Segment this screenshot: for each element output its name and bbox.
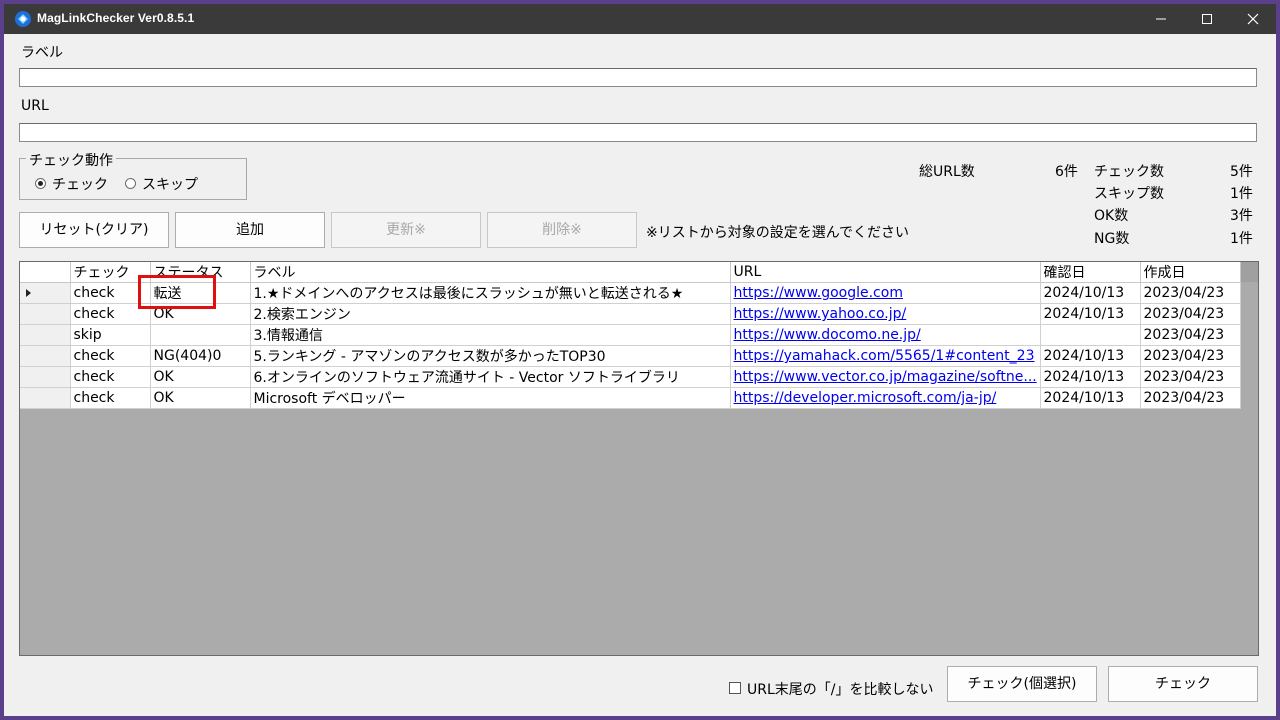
radio-unselected-icon: [125, 177, 136, 189]
cell-check[interactable]: skip: [70, 324, 151, 346]
cell-check[interactable]: check: [70, 387, 151, 409]
cell-checked-date[interactable]: 2024/10/13: [1040, 303, 1141, 325]
checkbox-unchecked-icon: [729, 682, 741, 694]
cell-status[interactable]: OK: [150, 387, 251, 409]
url-link[interactable]: https://www.docomo.ne.jp/: [734, 327, 921, 343]
cell-label[interactable]: 1.★ドメインへのアクセスは最後にスラッシュが無いと転送される★: [250, 282, 731, 304]
radio-skip-label: スキップ: [142, 177, 198, 193]
window-title: MagLinkChecker Ver0.8.5.1: [37, 11, 195, 25]
reset-button[interactable]: リセット(クリア): [19, 212, 169, 248]
cell-url[interactable]: https://www.yahoo.co.jp/: [730, 303, 1041, 325]
close-icon: [1247, 13, 1259, 25]
cell-created-date[interactable]: 2023/04/23: [1140, 282, 1241, 304]
cell-url[interactable]: https://www.vector.co.jp/magazine/softne…: [730, 366, 1041, 388]
cell-url[interactable]: https://developer.microsoft.com/ja-jp/: [730, 387, 1041, 409]
cell-checked-date[interactable]: 2024/10/13: [1040, 366, 1141, 388]
column-header-label[interactable]: ラベル: [250, 262, 731, 283]
selection-hint: ※リストから対象の設定を選んでください: [646, 225, 910, 241]
url-link[interactable]: https://www.google.com: [734, 285, 903, 301]
grid-scrollbar-corner: [1241, 262, 1258, 282]
row-header[interactable]: [20, 387, 71, 409]
cell-status[interactable]: NG(404)0: [150, 345, 251, 367]
column-header-created-date[interactable]: 作成日: [1140, 262, 1241, 283]
url-link[interactable]: https://developer.microsoft.com/ja-jp/: [734, 390, 997, 406]
cell-url[interactable]: https://www.google.com: [730, 282, 1041, 304]
cell-checked-date[interactable]: 2024/10/13: [1040, 387, 1141, 409]
cell-created-date[interactable]: 2023/04/23: [1140, 324, 1241, 346]
ok-count-value: 3件: [1230, 208, 1253, 224]
cell-created-date[interactable]: 2023/04/23: [1140, 366, 1241, 388]
cell-status[interactable]: [150, 324, 251, 346]
row-header[interactable]: [20, 366, 71, 388]
cell-created-date[interactable]: 2023/04/23: [1140, 387, 1241, 409]
table-row[interactable]: check OK Microsoft デベロッパー https://develo…: [20, 387, 1241, 409]
row-header[interactable]: [20, 324, 71, 346]
update-button[interactable]: 更新※: [331, 212, 481, 248]
label-input[interactable]: [19, 68, 1257, 87]
cell-label[interactable]: 2.検索エンジン: [250, 303, 731, 325]
table-row[interactable]: check NG(404)0 5.ランキング - アマゾンのアクセス数が多かった…: [20, 345, 1241, 367]
row-header-corner: [20, 262, 71, 283]
cell-checked-date[interactable]: 2024/10/13: [1040, 282, 1141, 304]
column-header-checked-date[interactable]: 確認日: [1040, 262, 1141, 283]
radio-selected-icon: [35, 177, 46, 189]
cell-check[interactable]: check: [70, 345, 151, 367]
url-link[interactable]: https://www.vector.co.jp/magazine/softne…: [734, 369, 1037, 385]
label-caption: ラベル: [21, 45, 63, 61]
ng-count-label: NG数: [1094, 231, 1130, 247]
ok-count-label: OK数: [1094, 208, 1129, 224]
close-button[interactable]: [1230, 4, 1276, 34]
url-link[interactable]: https://www.yahoo.co.jp/: [734, 306, 907, 322]
url-caption: URL: [21, 98, 49, 114]
row-header-current[interactable]: [20, 282, 71, 304]
cell-created-date[interactable]: 2023/04/23: [1140, 303, 1241, 325]
status-highlight-box: [138, 275, 216, 309]
radio-skip[interactable]: スキップ: [125, 174, 198, 194]
ng-count-value: 1件: [1230, 231, 1253, 247]
cell-checked-date[interactable]: 2024/10/13: [1040, 345, 1141, 367]
total-url-value: 6件: [1055, 164, 1078, 180]
url-link[interactable]: https://yamahack.com/5565/1#content_23: [734, 348, 1035, 364]
column-header-url[interactable]: URL: [730, 262, 1041, 283]
skip-count-label: スキップ数: [1094, 186, 1164, 202]
check-button[interactable]: チェック: [1108, 666, 1258, 702]
app-window: MagLinkChecker Ver0.8.5.1 ラベル URL チェック動作…: [4, 4, 1276, 716]
trailing-slash-label: URL末尾の「/」を比較しない: [747, 682, 934, 698]
url-input[interactable]: [19, 123, 1257, 142]
cell-checked-date[interactable]: [1040, 324, 1141, 346]
cell-label[interactable]: 3.情報通信: [250, 324, 731, 346]
total-url-label: 総URL数: [919, 164, 975, 180]
url-list-grid[interactable]: チェック ステータス ラベル URL 確認日 作成日 check 転送 1.★ド…: [19, 261, 1259, 656]
check-count-label: チェック数: [1094, 164, 1164, 180]
radio-check[interactable]: チェック: [35, 174, 108, 194]
cell-check[interactable]: check: [70, 366, 151, 388]
row-header[interactable]: [20, 303, 71, 325]
cell-label[interactable]: 5.ランキング - アマゾンのアクセス数が多かったTOP30: [250, 345, 731, 367]
cell-created-date[interactable]: 2023/04/23: [1140, 345, 1241, 367]
minimize-button[interactable]: [1138, 4, 1184, 34]
cell-status[interactable]: OK: [150, 366, 251, 388]
table-row[interactable]: skip 3.情報通信 https://www.docomo.ne.jp/ 20…: [20, 324, 1241, 346]
radio-check-label: チェック: [52, 177, 108, 193]
cell-url[interactable]: https://yamahack.com/5565/1#content_23: [730, 345, 1041, 367]
check-action-legend: チェック動作: [26, 150, 116, 170]
skip-count-value: 1件: [1230, 186, 1253, 202]
trailing-slash-checkbox[interactable]: URL末尾の「/」を比較しない: [729, 679, 934, 699]
app-logo-icon: [15, 11, 31, 27]
add-button[interactable]: 追加: [175, 212, 325, 248]
cell-label[interactable]: 6.オンラインのソフトウェア流通サイト - Vector ソフトライブラリ: [250, 366, 731, 388]
check-selected-button[interactable]: チェック(個選択): [947, 666, 1097, 702]
title-bar[interactable]: MagLinkChecker Ver0.8.5.1: [4, 4, 1276, 34]
delete-button[interactable]: 削除※: [487, 212, 637, 248]
row-header[interactable]: [20, 345, 71, 367]
minimize-icon: [1156, 18, 1166, 20]
cell-url[interactable]: https://www.docomo.ne.jp/: [730, 324, 1041, 346]
maximize-icon: [1202, 14, 1212, 24]
maximize-button[interactable]: [1184, 4, 1230, 34]
check-count-value: 5件: [1230, 164, 1253, 180]
cell-label[interactable]: Microsoft デベロッパー: [250, 387, 731, 409]
table-row[interactable]: check OK 6.オンラインのソフトウェア流通サイト - Vector ソフ…: [20, 366, 1241, 388]
